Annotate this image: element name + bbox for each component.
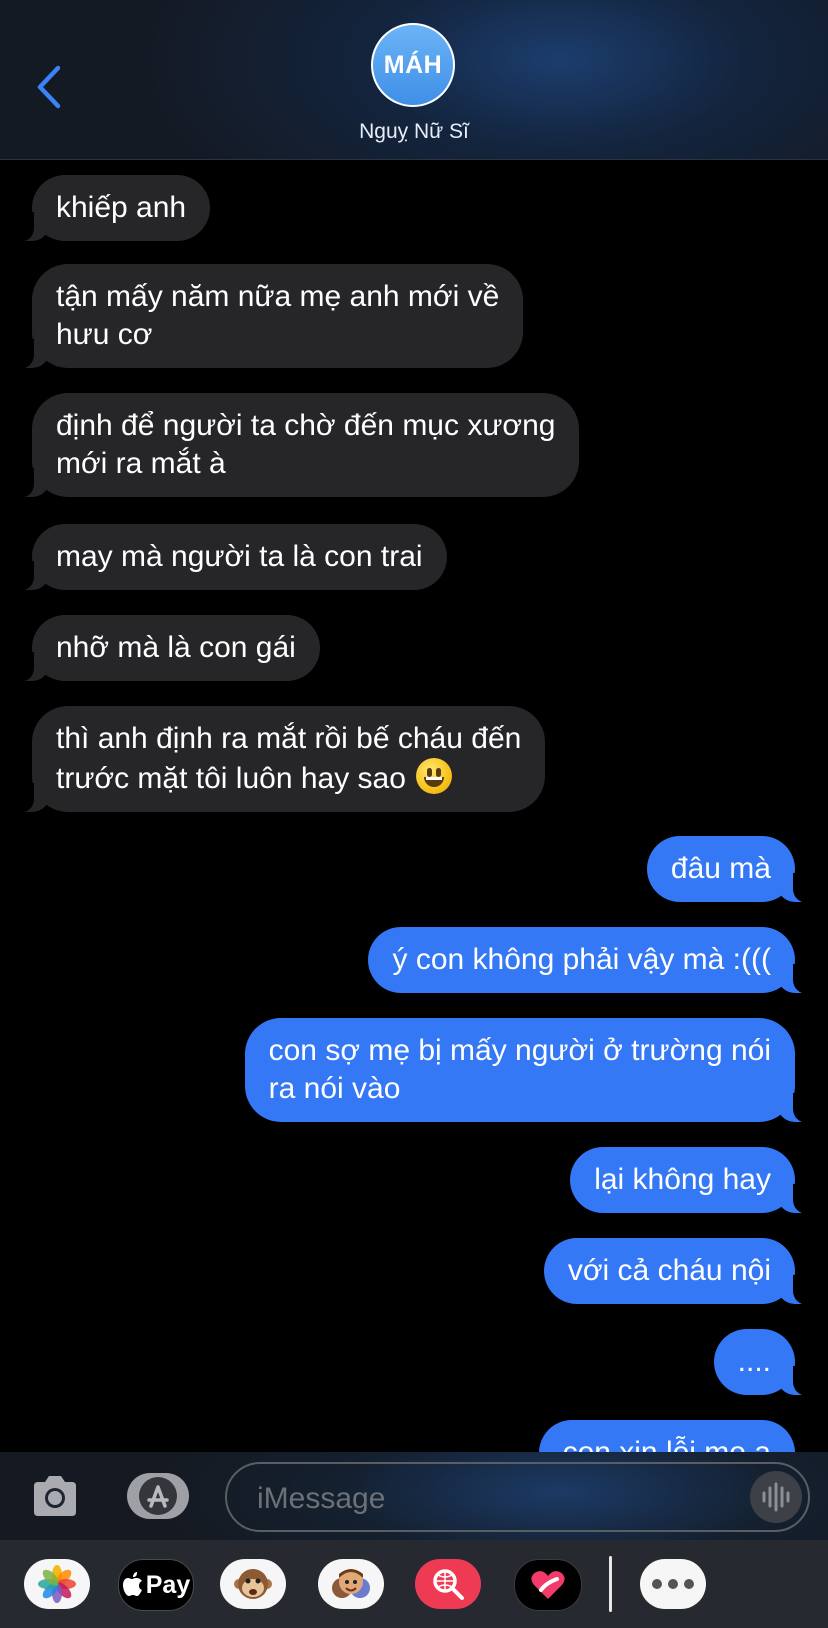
photos-icon[interactable]: [24, 1559, 90, 1609]
message-text: con sợ mẹ bị mấy người ở trường nói: [268, 1034, 771, 1067]
images-search-icon[interactable]: [415, 1559, 481, 1609]
app-drawer: Pay: [0, 1540, 828, 1628]
message-text: định để người ta chờ đến mục xương: [56, 409, 556, 442]
apple-pay-icon[interactable]: Pay: [118, 1559, 194, 1611]
more-icon[interactable]: [640, 1559, 706, 1609]
message-text: với cả cháu nội: [567, 1254, 771, 1287]
drawer-divider: [609, 1556, 612, 1612]
message-text: đâu mà: [670, 852, 771, 885]
message-bubble-incoming[interactable]: định để người ta chờ đến mục xương mới r…: [13, 393, 580, 498]
message-text: thì anh định ra mắt rồi bế cháu đến: [56, 722, 522, 755]
message-text: may mà người ta là con trai: [56, 540, 423, 573]
app-store-icon[interactable]: [127, 1473, 189, 1519]
grinning-face-emoji-icon: [415, 758, 452, 794]
digital-touch-icon[interactable]: [514, 1559, 582, 1611]
message-bubble-incoming[interactable]: khiếp anh: [13, 175, 211, 242]
message-text: lại không hay: [594, 1163, 771, 1196]
message-thread: khiếp anh tận mấy năm nữa mẹ anh mới về …: [0, 160, 828, 1452]
message-text: trước mặt tôi luôn hay sao: [56, 762, 406, 795]
apple-pay-label: Pay: [145, 1570, 191, 1599]
back-chevron-icon[interactable]: [30, 62, 70, 112]
message-text: hưu cơ: [56, 318, 153, 351]
message-text: tận mấy năm nữa mẹ anh mới về: [56, 280, 500, 313]
imessage-input[interactable]: iMessage: [225, 1462, 810, 1532]
message-bubble-outgoing[interactable]: đâu mà: [646, 836, 814, 903]
message-bubble-outgoing[interactable]: với cả cháu nội: [543, 1238, 814, 1305]
camera-icon[interactable]: [30, 1474, 80, 1518]
message-bubble-outgoing[interactable]: ý con không phải vậy mà :(((: [368, 927, 813, 994]
conversation-header: MÁH Nguỵ Nữ Sĩ: [0, 0, 828, 160]
message-bubble-outgoing[interactable]: con sợ mẹ bị mấy người ở trường nói ra n…: [244, 1018, 814, 1123]
message-bubble-outgoing[interactable]: con xin lỗi mẹ ạ: [538, 1420, 795, 1452]
message-bubble-outgoing[interactable]: ....: [713, 1329, 814, 1396]
message-text: mới ra mắt à: [56, 447, 226, 480]
memoji-icon[interactable]: [318, 1559, 384, 1609]
imessage-placeholder: iMessage: [257, 1482, 386, 1515]
contact-name[interactable]: Nguỵ Nữ Sĩ: [0, 120, 828, 144]
message-text: ra nói vào: [268, 1072, 401, 1105]
audio-waveform-icon[interactable]: [750, 1471, 802, 1523]
message-bubble-incoming[interactable]: nhỡ mà là con gái: [14, 615, 320, 682]
message-text: con xin lỗi mẹ ạ: [563, 1436, 771, 1452]
message-composer: iMessage: [0, 1452, 828, 1540]
message-bubble-incoming[interactable]: thì anh định ra mắt rồi bế cháu đến trướ…: [13, 706, 546, 813]
contact-avatar[interactable]: MÁH: [371, 23, 455, 107]
message-text: ....: [737, 1345, 771, 1378]
message-bubble-incoming[interactable]: tận mấy năm nữa mẹ anh mới về hưu cơ: [13, 264, 524, 369]
message-text: khiếp anh: [56, 191, 187, 224]
monkey-emoji-icon[interactable]: [220, 1559, 286, 1609]
message-bubble-incoming[interactable]: may mà người ta là con trai: [14, 524, 447, 591]
message-bubble-outgoing[interactable]: lại không hay: [570, 1147, 813, 1214]
message-text: nhỡ mà là con gái: [56, 631, 296, 664]
message-text: ý con không phải vậy mà :(((: [392, 943, 771, 976]
